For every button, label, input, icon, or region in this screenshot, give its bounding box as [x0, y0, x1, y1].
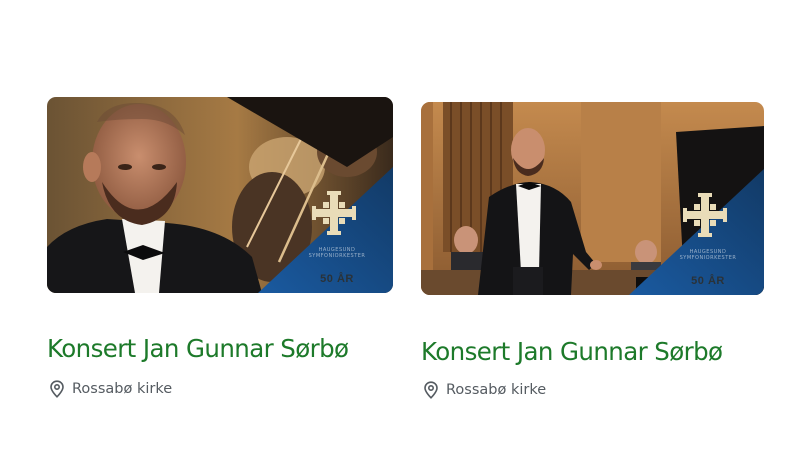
badge-org-text: HAUGESUND SYMFONIORKESTER	[679, 249, 737, 261]
event-title[interactable]: Konsert Jan Gunnar Sørbø	[47, 334, 349, 364]
event-location-label: Rossabø kirke	[72, 381, 173, 397]
event-location: Rossabø kirke	[49, 380, 172, 398]
map-pin-icon	[423, 381, 439, 399]
badge-years-text: 50 ÅR	[320, 273, 354, 285]
anniversary-badge: HAUGESUND SYMFONIORKESTER 50 ÅR	[258, 167, 393, 293]
event-title[interactable]: Konsert Jan Gunnar Sørbø	[421, 337, 723, 367]
map-pin-icon	[49, 380, 65, 398]
badge-org-text: HAUGESUND SYMFONIORKESTER	[308, 247, 366, 259]
event-location: Rossabø kirke	[423, 381, 546, 399]
event-card[interactable]: HAUGESUND SYMFONIORKESTER 50 ÅR Konsert …	[47, 97, 393, 398]
event-card[interactable]: HAUGESUND SYMFONIORKESTER 50 ÅR Konsert …	[421, 102, 764, 399]
event-image[interactable]: HAUGESUND SYMFONIORKESTER 50 ÅR	[421, 102, 764, 295]
event-location-label: Rossabø kirke	[446, 382, 547, 398]
anniversary-badge: HAUGESUND SYMFONIORKESTER 50 ÅR	[629, 169, 764, 295]
event-image[interactable]: HAUGESUND SYMFONIORKESTER 50 ÅR	[47, 97, 393, 293]
badge-years-text: 50 ÅR	[691, 275, 725, 287]
